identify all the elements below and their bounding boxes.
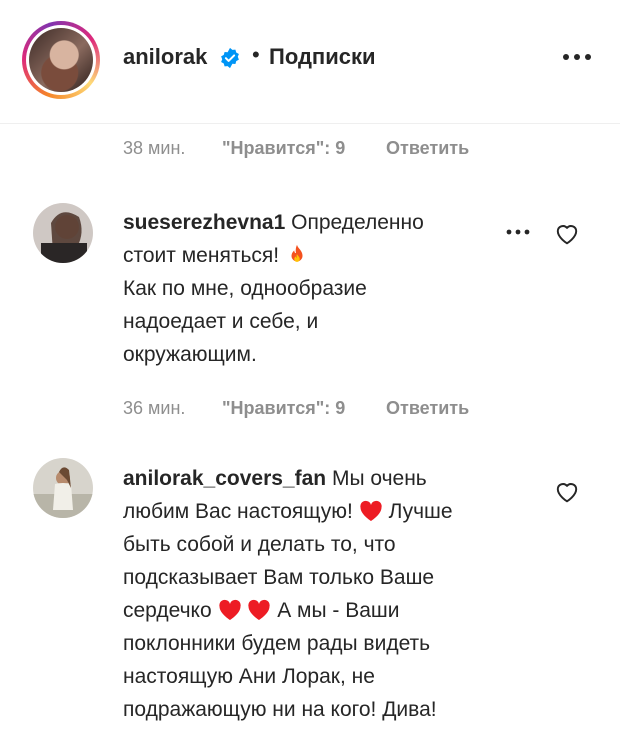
comment-avatar[interactable]: [33, 458, 93, 518]
comment-text-line: подражающую ни на кого! Дива!: [123, 698, 437, 721]
story-avatar[interactable]: [22, 21, 100, 99]
comment-body: sueserezhevna1 Определенно стоит менятьс…: [123, 206, 424, 371]
verified-badge-icon: [221, 47, 239, 69]
comment-time[interactable]: 38 мин.: [123, 138, 185, 159]
comment-author[interactable]: anilorak_covers_fan: [123, 467, 326, 490]
comment-text-line: поклонники будем рады видеть: [123, 632, 431, 655]
comment-text-line: окружающим.: [123, 343, 257, 366]
comment-author[interactable]: sueserezhevna1: [123, 211, 285, 234]
comment-avatar[interactable]: [33, 203, 93, 263]
more-horizontal-icon[interactable]: [562, 50, 592, 64]
header-separator: •: [252, 42, 260, 67]
comment-text-line: А мы - Ваши: [277, 599, 400, 622]
comment-likes[interactable]: "Нравится": 9: [222, 398, 345, 419]
reply-button[interactable]: Ответить: [386, 398, 469, 419]
comment-body: anilorak_covers_fan Мы очень любим Вас н…: [123, 462, 453, 726]
red-heart-icon: [248, 599, 270, 620]
fire-icon: [291, 244, 303, 262]
following-button[interactable]: Подписки: [269, 44, 376, 70]
avatar-photo: [29, 28, 93, 92]
comment-time[interactable]: 36 мин.: [123, 398, 185, 419]
post-header: anilorak • Подписки: [0, 0, 620, 124]
comment-text-line: подсказывает Вам только Ваше: [123, 566, 435, 589]
comment-text-line: быть собой и делать то, что: [123, 533, 396, 556]
comment-text-line: настоящую Ани Лорак, не: [123, 665, 375, 688]
more-horizontal-icon[interactable]: [505, 227, 531, 237]
header-username[interactable]: anilorak: [123, 44, 207, 70]
comment-text-line: Мы очень: [331, 467, 427, 490]
red-heart-icon: [218, 599, 241, 620]
comment-text-line: надоедает и себе, и: [123, 310, 319, 333]
comment-text-line: стоит меняться!: [123, 244, 280, 267]
reply-button[interactable]: Ответить: [386, 138, 469, 159]
like-heart-icon[interactable]: [554, 479, 580, 503]
comment-text-line: Лучше: [388, 500, 453, 523]
comment-text-line: сердечко: [123, 599, 212, 622]
comment-text-line: Определенно: [291, 211, 424, 234]
like-heart-icon[interactable]: [554, 221, 580, 245]
red-heart-icon: [360, 500, 382, 521]
comment-text-line: любим Вас настоящую!: [123, 500, 353, 523]
comment-text-line: Как по мне, однообразие: [123, 277, 367, 300]
comment-likes[interactable]: "Нравится": 9: [222, 138, 345, 159]
